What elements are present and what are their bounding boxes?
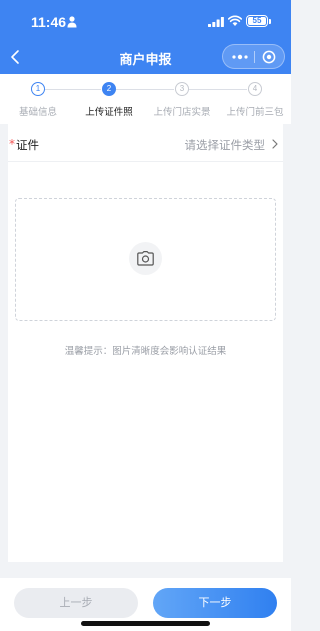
signal-icon (208, 17, 224, 27)
nav-bar: 商户申报 (0, 40, 291, 74)
cert-type-selector[interactable]: * 证件 请选择证件类型 (8, 124, 283, 162)
camera-icon (137, 251, 154, 266)
step-4-indicator: 4 (248, 82, 262, 96)
cert-type-placeholder[interactable]: 请选择证件类型 (185, 137, 266, 153)
step-3-label: 上传门店实景 (153, 107, 211, 118)
battery-tip (269, 19, 271, 24)
mini-program-capsule (222, 44, 285, 69)
status-time: 11:46 (31, 14, 67, 30)
battery-level: 55 (248, 17, 266, 25)
photo-upload-area[interactable] (15, 198, 276, 321)
step-2-label: 上传证件照 (85, 107, 133, 118)
step-3-indicator: 3 (175, 82, 189, 96)
camera-button[interactable] (129, 242, 162, 275)
step-connector (189, 89, 247, 90)
progress-steps: 1 2 3 4 基础信息 上传证件照 上传门店实景 上传门前三包 (0, 74, 291, 124)
home-indicator (81, 621, 210, 626)
step-1-label: 基础信息 (18, 107, 57, 118)
more-dots-icon[interactable] (231, 51, 249, 63)
person-icon (67, 16, 77, 28)
step-connector (45, 89, 101, 90)
upload-tip: 温馨提示：图片清晰度会影响认证结果 (64, 346, 227, 357)
battery-indicator: 55 (246, 15, 268, 27)
step-connector (116, 89, 174, 90)
step-1-indicator: 1 (31, 82, 45, 96)
upload-card: * 证件 请选择证件类型 温馨提示：图片清晰度会影响认证结果 (8, 124, 283, 562)
required-mark: * (9, 137, 15, 151)
capsule-divider (254, 51, 255, 63)
cert-type-label: 证件 (16, 138, 39, 152)
step-2-indicator: 2 (102, 82, 116, 96)
step-4-label: 上传门前三包 (226, 107, 284, 118)
prev-step-button[interactable]: 上一步 (14, 588, 138, 618)
wifi-icon (228, 15, 242, 26)
next-step-button[interactable]: 下一步 (153, 588, 277, 618)
close-circle-icon[interactable] (262, 50, 276, 64)
chevron-right-icon[interactable] (272, 139, 278, 149)
status-bar: 11:46 55 (0, 0, 291, 40)
header: 11:46 55 商户申报 (0, 0, 291, 74)
